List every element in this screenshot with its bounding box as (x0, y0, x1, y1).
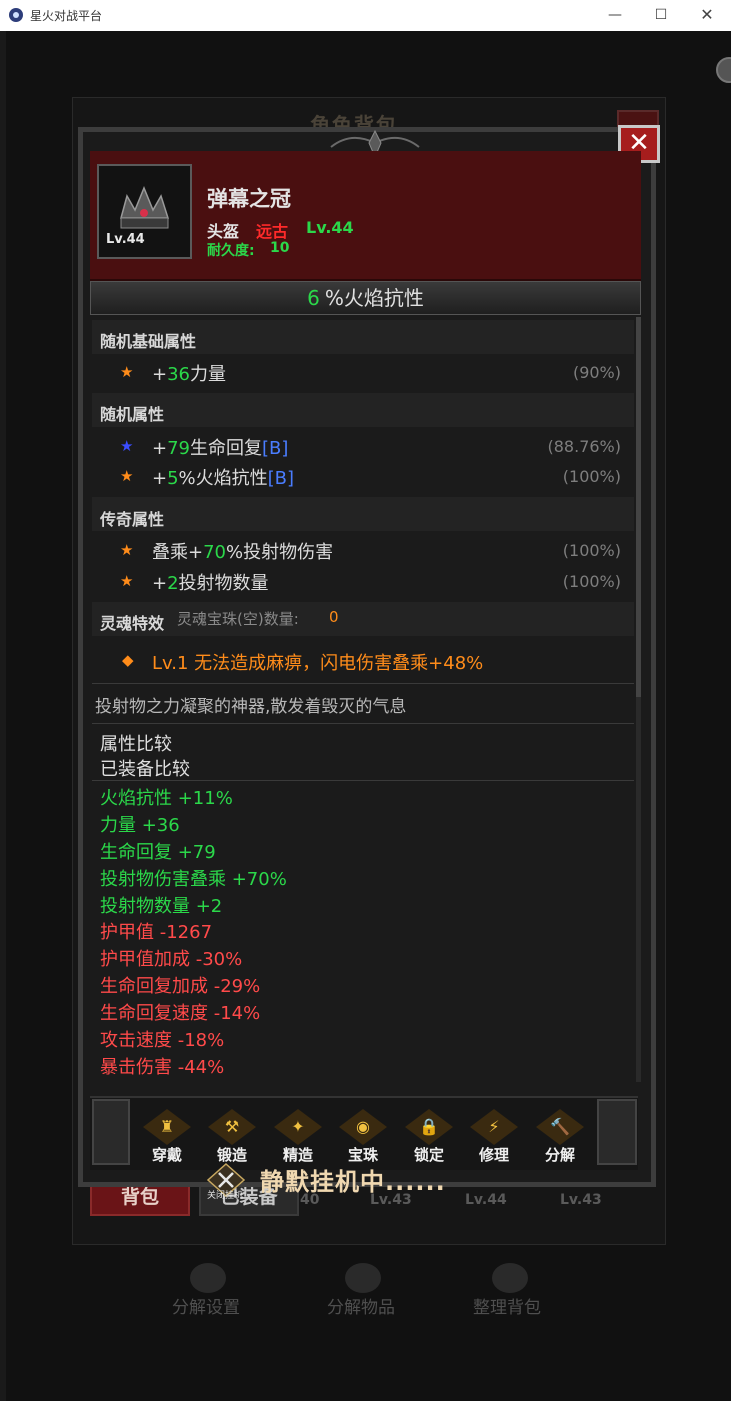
comparison-diff: 力量 +36 (100, 815, 180, 836)
soul-orb-count-value: 0 (329, 608, 339, 626)
comparison-diff: 投射物数量 +2 (100, 896, 223, 917)
comparison-diff: 投射物伤害叠乘 +70% (100, 869, 287, 890)
section-title-soul: 灵魂特效 (100, 614, 165, 633)
divider (92, 683, 634, 684)
slot-level: Lv.43 (560, 1192, 602, 1208)
item-type: 头盔 (207, 222, 240, 241)
afk-status-text: 静默挂机中...... (260, 1168, 446, 1196)
flavor-text: 投射物之力凝聚的神器,散发着毁灭的气息 (95, 697, 407, 717)
close-afk-label[interactable]: 关闭挂机 (207, 1188, 243, 1201)
sort-bag-button[interactable]: 整理背包 (473, 1293, 541, 1318)
section-header (92, 602, 634, 636)
comparison-diff: 攻击速度 -18% (100, 1030, 225, 1051)
forge-button[interactable]: 锻造 (204, 1144, 260, 1165)
comparison-diff: 暴击伤害 -44% (100, 1057, 225, 1078)
window-title: 星火对战平台 (30, 9, 103, 23)
affix-projectile-damage: 叠乘+70%投射物伤害 (152, 542, 334, 563)
affix-life-regen: +79生命回复[B] (152, 438, 289, 459)
affix-roll-percent: (90%) (572, 363, 621, 382)
comparison-title: 属性比较 (100, 734, 172, 755)
dismantle-items-button[interactable]: 分解物品 (327, 1293, 395, 1318)
affix-roll-percent: (88.76%) (547, 437, 622, 456)
app-icon (9, 8, 23, 22)
divider (92, 780, 634, 781)
comparison-subtitle: 已装备比较 (100, 759, 190, 780)
durability-value: 10 (270, 240, 290, 256)
divider (92, 723, 634, 724)
section-header (92, 393, 634, 427)
repair-button[interactable]: 修理 (466, 1144, 522, 1165)
tooltip-scroll-thumb[interactable] (636, 317, 641, 697)
minimize-button[interactable]: — (592, 0, 638, 31)
affix-strength: +36力量 (152, 364, 226, 385)
affix-roll-percent: (100%) (562, 541, 621, 560)
game-viewport: 角色背包 背包 已装备 40 Lv.43 Lv.44 Lv.43 分解设置 分解… (0, 31, 731, 1401)
item-level-badge: Lv.44 (106, 232, 145, 247)
action-bar-cap-left (92, 1099, 130, 1165)
window-close-button[interactable]: ✕ (684, 0, 730, 31)
affix-roll-percent: (100%) (562, 572, 621, 591)
comparison-diff: 生命回复速度 -14% (100, 1003, 261, 1024)
section-title-random-base: 随机基础属性 (100, 332, 197, 351)
diamond-icon: ◆ (122, 651, 134, 669)
section-header (92, 497, 634, 531)
background-edge (0, 31, 6, 1401)
affix-fire-resist: +5%火焰抗性[B] (152, 468, 295, 489)
item-required-level: Lv.44 (306, 218, 354, 237)
main-stat-text: %火焰抗性 (324, 286, 424, 310)
soul-effect-text: Lv.1 无法造成麻痹，闪电伤害叠乘+48% (152, 653, 484, 674)
soul-orb-count-label: 灵魂宝珠(空)数量: (177, 610, 299, 628)
item-grade: 远古 (256, 222, 289, 241)
affix-projectile-count: +2投射物数量 (152, 573, 269, 594)
star-icon: ★ (120, 541, 134, 559)
affix-roll-percent: (100%) (562, 467, 621, 486)
star-icon: ★ (120, 437, 134, 455)
action-bar-cap-right (597, 1099, 637, 1165)
section-title-random: 随机属性 (100, 405, 165, 424)
maximize-button[interactable]: ☐ (638, 0, 684, 31)
slot-level: Lv.44 (465, 1192, 507, 1208)
sort-bag-icon (492, 1263, 528, 1293)
comparison-diff: 护甲值加成 -30% (100, 949, 243, 970)
wear-button[interactable]: 穿戴 (139, 1144, 195, 1165)
comparison-diff: 生命回复 +79 (100, 842, 216, 863)
dismantle-settings-icon (190, 1263, 226, 1293)
comparison-diff: 护甲值 -1267 (100, 922, 213, 943)
section-title-legendary: 传奇属性 (100, 510, 165, 529)
star-icon: ★ (120, 572, 134, 590)
durability-label: 耐久度: (207, 243, 255, 259)
dismantle-settings-button[interactable]: 分解设置 (172, 1293, 240, 1318)
item-name: 弹幕之冠 (207, 187, 291, 211)
main-stat-value: 6 (307, 286, 320, 310)
comparison-diff: 生命回复加成 -29% (100, 976, 261, 997)
dismantle-items-icon (345, 1263, 381, 1293)
dismantle-button[interactable]: 分解 (532, 1144, 588, 1165)
comparison-diff: 火焰抗性 +11% (100, 788, 233, 809)
window-titlebar: 星火对战平台 — ☐ ✕ (0, 0, 731, 32)
main-stat-bar: 6 %火焰抗性 (90, 281, 641, 315)
star-icon: ★ (120, 363, 134, 381)
background-knob (716, 57, 731, 83)
star-icon: ★ (120, 467, 134, 485)
